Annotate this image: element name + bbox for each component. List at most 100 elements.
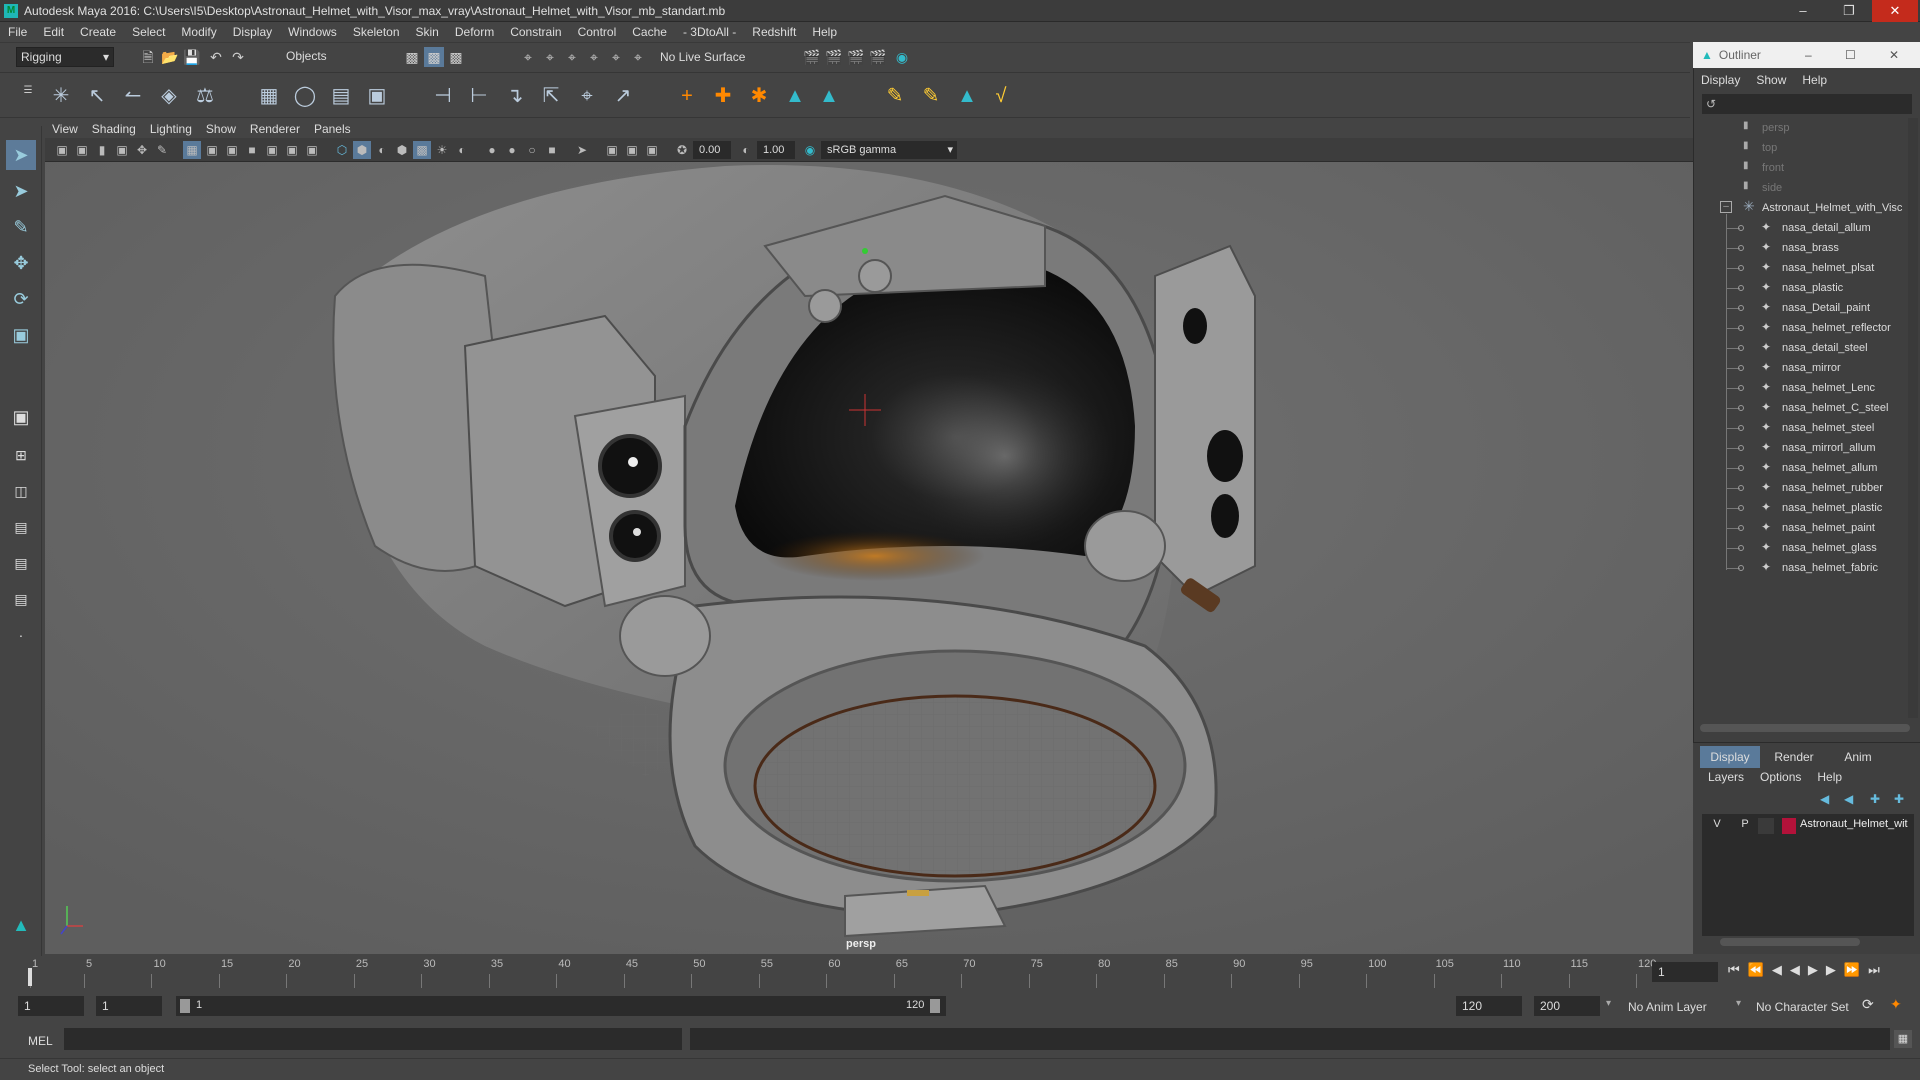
two-d-pan-icon[interactable]: ✥: [133, 141, 151, 159]
paint-weights-icon[interactable]: ✎: [880, 81, 910, 111]
layer-visibility-toggle[interactable]: V: [1710, 818, 1724, 834]
menu-select[interactable]: Select: [124, 25, 173, 39]
outliner-item[interactable]: nasa_brass: [1782, 238, 1839, 258]
motion-blur-icon[interactable]: ▣: [623, 141, 641, 159]
outliner-item[interactable]: nasa_helmet_Lenc: [1782, 378, 1875, 398]
outliner-item[interactable]: nasa_detail_steel: [1782, 338, 1868, 358]
hypershade-icon[interactable]: ◉: [892, 47, 912, 67]
anim-prefs-icon[interactable]: ✦: [1890, 996, 1902, 1013]
quick-rig-icon[interactable]: ▲: [814, 81, 844, 111]
backface-icon[interactable]: ■: [543, 141, 561, 159]
snap-view-icon[interactable]: ⌖: [584, 47, 604, 67]
render-current-icon[interactable]: 🎬: [824, 47, 844, 67]
layer-reference-toggle[interactable]: [1758, 818, 1774, 834]
mash-icon[interactable]: ▲: [952, 81, 982, 111]
end-time-field[interactable]: 200: [1534, 996, 1600, 1016]
image-plane-icon[interactable]: ▣: [113, 141, 131, 159]
expand-icon[interactable]: [1738, 405, 1744, 411]
outliner-item[interactable]: nasa_helmet_allum: [1782, 458, 1877, 478]
go-to-start-icon[interactable]: ⏮: [1728, 962, 1740, 978]
menu-file[interactable]: File: [0, 25, 35, 39]
expand-icon[interactable]: [1738, 545, 1744, 551]
minimize-icon[interactable]: –: [1780, 0, 1826, 22]
move-tool-icon[interactable]: ✥: [6, 248, 36, 278]
hypershade-layout-icon[interactable]: ▤: [6, 584, 36, 614]
outliner-menu-show[interactable]: Show: [1748, 73, 1794, 87]
smooth-shade-icon[interactable]: ⬢: [353, 141, 371, 159]
menu-windows[interactable]: Windows: [280, 25, 345, 39]
safe-title-icon[interactable]: ▣: [303, 141, 321, 159]
menu-set-dropdown[interactable]: Rigging ▾: [16, 47, 114, 67]
outliner-item[interactable]: nasa_helmet_paint: [1782, 518, 1875, 538]
layer-menu-options[interactable]: Options: [1752, 770, 1809, 784]
snap-grid-icon[interactable]: ⌖: [518, 47, 538, 67]
move-layer-up-icon[interactable]: ◀: [1820, 792, 1829, 806]
wireframe-icon[interactable]: ⬡: [333, 141, 351, 159]
outliner-item-root[interactable]: Astronaut_Helmet_with_Visc: [1762, 198, 1918, 218]
step-forward-key-icon[interactable]: ⏩: [1844, 962, 1860, 978]
maximize-icon[interactable]: ☐: [1845, 48, 1856, 62]
selection-mask-dropdown[interactable]: Objects: [282, 47, 382, 67]
new-layer-selected-icon[interactable]: ✚: [1894, 792, 1904, 806]
outliner-menu-help[interactable]: Help: [1794, 73, 1835, 87]
gate-mask-icon[interactable]: ■: [243, 141, 261, 159]
expand-icon[interactable]: [1738, 225, 1744, 231]
snap-point-icon[interactable]: ⌖: [562, 47, 582, 67]
menu-help[interactable]: Help: [804, 25, 845, 39]
lattice-icon[interactable]: ▤: [326, 81, 356, 111]
expand-icon[interactable]: [1738, 245, 1744, 251]
expand-icon[interactable]: [1738, 365, 1744, 371]
orient-constraint-icon[interactable]: ↴: [500, 81, 530, 111]
menu-control[interactable]: Control: [570, 25, 625, 39]
sculpt-icon[interactable]: √: [986, 81, 1016, 111]
layout-options-icon[interactable]: ·: [6, 620, 36, 650]
viewport-menu-lighting[interactable]: Lighting: [143, 122, 199, 136]
grid-icon[interactable]: ▦: [183, 141, 201, 159]
exposure-icon[interactable]: ✪: [673, 141, 691, 159]
outliner-item[interactable]: nasa_helmet_C_steel: [1782, 398, 1888, 418]
menu-edit[interactable]: Edit: [35, 25, 72, 39]
shadows-icon[interactable]: ◐: [453, 141, 471, 159]
outliner-menu-display[interactable]: Display: [1693, 73, 1748, 87]
expand-icon[interactable]: [1738, 505, 1744, 511]
restore-icon[interactable]: ❐: [1826, 0, 1872, 22]
outliner-item[interactable]: nasa_helmet_plsat: [1782, 258, 1874, 278]
cluster-icon[interactable]: ▣: [362, 81, 392, 111]
live-surface-label[interactable]: No Live Surface: [660, 50, 745, 64]
snap-curve-icon[interactable]: ⌖: [540, 47, 560, 67]
menu-modify[interactable]: Modify: [173, 25, 224, 39]
ik-spline-icon[interactable]: ↼: [118, 81, 148, 111]
color-space-dropdown[interactable]: sRGB gamma ▾: [821, 141, 957, 159]
layer-menu-help[interactable]: Help: [1809, 770, 1850, 784]
resolution-gate-icon[interactable]: ▣: [223, 141, 241, 159]
menu-deform[interactable]: Deform: [447, 25, 502, 39]
expand-icon[interactable]: [1738, 565, 1744, 571]
chevron-down-icon[interactable]: ▾: [1606, 998, 1611, 1009]
expand-icon[interactable]: [1738, 425, 1744, 431]
character-set-dropdown[interactable]: No Character Set: [1756, 1000, 1849, 1014]
outliner-item[interactable]: nasa_mirrorl_allum: [1782, 438, 1876, 458]
gamma-field[interactable]: 1.00: [757, 141, 795, 159]
outliner-search-field[interactable]: [1702, 94, 1912, 114]
skeleton-icon[interactable]: ✱: [744, 81, 774, 111]
grease-pencil-icon[interactable]: ✎: [153, 141, 171, 159]
menu-3dtoall[interactable]: - 3DtoAll -: [675, 25, 744, 39]
tab-anim[interactable]: Anim: [1828, 746, 1888, 768]
maya-home-icon[interactable]: ▲: [6, 910, 36, 940]
menu-cache[interactable]: Cache: [624, 25, 675, 39]
layer-color-swatch[interactable]: [1782, 818, 1796, 834]
start-time-field[interactable]: 1: [18, 996, 84, 1016]
aim-constraint-icon[interactable]: ⌖: [572, 81, 602, 111]
snap-vertex-icon[interactable]: ⌖: [628, 47, 648, 67]
step-back-frame-icon[interactable]: ◀: [1772, 962, 1782, 978]
expand-icon[interactable]: [1738, 445, 1744, 451]
persp-graph-icon[interactable]: ▤: [6, 548, 36, 578]
current-frame-field[interactable]: 1: [1652, 962, 1718, 982]
select-tool-icon[interactable]: ➤: [6, 140, 36, 170]
menu-skeleton[interactable]: Skeleton: [345, 25, 408, 39]
side-by-side-icon[interactable]: ◫: [6, 476, 36, 506]
range-slider-end-handle[interactable]: [930, 999, 940, 1013]
go-to-end-icon[interactable]: ⏭: [1868, 962, 1880, 978]
outliner-item-top[interactable]: top: [1762, 138, 1777, 158]
expand-icon[interactable]: [1738, 385, 1744, 391]
